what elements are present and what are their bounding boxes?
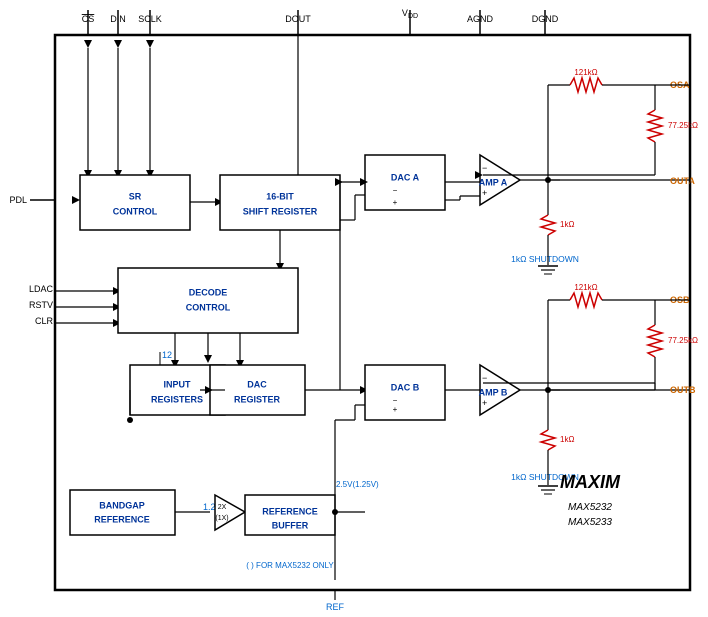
- svg-text:−: −: [482, 163, 487, 173]
- decode-label: DECODE: [189, 287, 228, 297]
- decode-label2: CONTROL: [186, 302, 231, 312]
- sr-control-label: SR: [129, 191, 142, 201]
- maxim-logo: MAXIM: [560, 472, 621, 492]
- r2-label: 77.25kΩ: [668, 121, 698, 130]
- pdl-label: PDL: [9, 195, 27, 205]
- max5233-label: MAX5233: [568, 517, 612, 528]
- dac-a-label: DAC A: [391, 172, 420, 182]
- svg-text:+: +: [393, 405, 398, 414]
- note-label: ( ) FOR MAX5232 ONLY: [246, 561, 334, 570]
- shift-reg-label2: SHIFT REGISTER: [243, 206, 318, 216]
- r5-label: 77.25kΩ: [668, 336, 698, 345]
- dac-b-label: DAC B: [391, 382, 420, 392]
- dout-label: DOUT: [285, 14, 311, 24]
- input-reg-label: INPUT: [164, 379, 192, 389]
- clr-label: CLR: [35, 316, 54, 326]
- ref-buf-label: REFERENCE: [262, 506, 318, 516]
- outb-label: OUTB: [670, 385, 696, 395]
- bandgap-label: BANDGAP: [99, 500, 145, 510]
- svg-text:−: −: [482, 373, 487, 383]
- cs-label: CS: [82, 14, 95, 24]
- outa-label: OUTA: [670, 176, 695, 186]
- v25-label: 2.5V(1.25V): [336, 480, 379, 489]
- svg-text:−: −: [393, 186, 398, 195]
- ref-buf-label2: BUFFER: [272, 520, 309, 530]
- gain-label: 2X: [218, 504, 227, 511]
- svg-text:+: +: [482, 398, 487, 408]
- dgnd-label: DGND: [532, 14, 559, 24]
- bandgap-label2: REFERENCE: [94, 514, 150, 524]
- shutdown-a-label: 1kΩ SHUTDOWN: [511, 254, 579, 264]
- shift-reg-label: 16-BIT: [266, 191, 294, 201]
- ldac-label: LDAC: [29, 284, 54, 294]
- dac-reg-label2: REGISTER: [234, 394, 281, 404]
- svg-text:+: +: [393, 198, 398, 207]
- sr-control-label2: CONTROL: [113, 206, 158, 216]
- input-reg-label2: REGISTERS: [151, 394, 203, 404]
- svg-text:−: −: [393, 396, 398, 405]
- bit12-label: 12: [162, 350, 172, 360]
- r4-label: 121kΩ: [574, 283, 597, 292]
- din-label: DIN: [110, 14, 126, 24]
- amp-b-label: AMP B: [479, 387, 508, 397]
- r1-label: 121kΩ: [574, 68, 597, 77]
- agnd-label: AGND: [467, 14, 494, 24]
- svg-text:+: +: [482, 188, 487, 198]
- r6-label: 1kΩ: [560, 435, 574, 444]
- diagram-container: CS DIN SCLK DOUT VDD AGND DGND PDL LDAC …: [0, 0, 708, 617]
- sclk-label: SCLK: [138, 14, 162, 24]
- max5232-label: MAX5232: [568, 502, 612, 513]
- amp-a-label: AMP A: [479, 177, 508, 187]
- ref-label: REF: [326, 602, 345, 612]
- rstv-label: RSTV: [29, 300, 53, 310]
- r3-label: 1kΩ: [560, 220, 574, 229]
- gain-label2: (1X): [215, 515, 228, 522]
- dac-reg-label: DAC: [247, 379, 267, 389]
